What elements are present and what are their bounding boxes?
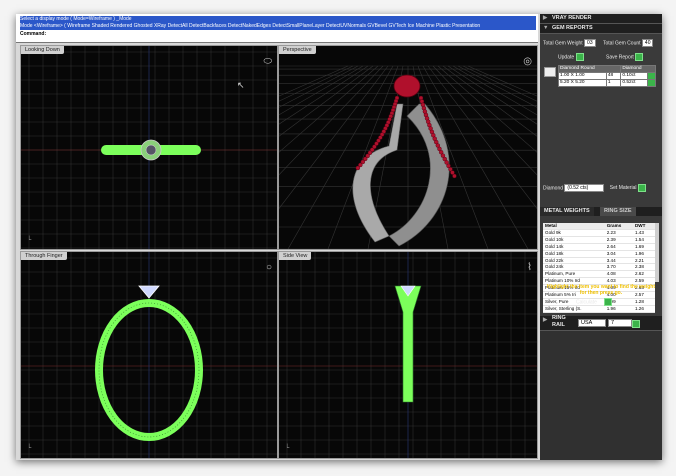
total-gem-count-row: Total Gem Count 40 <box>603 39 654 47</box>
viewport-title[interactable]: Perspective <box>279 46 316 54</box>
ring-side-icon[interactable]: ⌇ <box>527 262 532 273</box>
viewport-through-finger[interactable]: Through Finger ○ └ <box>20 251 278 459</box>
table-row[interactable]: Gold 22k 3.44 2.21 <box>543 257 655 265</box>
gem-thumbnail-icon <box>544 67 556 77</box>
vray-render-header[interactable]: ▶ VRAY RENDER <box>540 14 662 24</box>
stone-front <box>138 285 160 299</box>
diamond-table: Diamond Round Diamond 1.00 X 1.00 48 0.10… <box>557 65 656 87</box>
calculate-button[interactable] <box>604 298 613 306</box>
table-row[interactable]: 5.20 X 5.20 1 0.52ct <box>558 79 656 87</box>
ring-perspective-icon[interactable]: ◎ <box>523 56 532 67</box>
ring-front-icon[interactable]: ○ <box>266 262 272 273</box>
panel-spacer <box>540 92 662 182</box>
mouse-cursor-icon: ↖ <box>237 81 245 91</box>
viewport-perspective[interactable]: Perspective ◎ <box>278 45 538 250</box>
update-row: Update <box>558 53 584 61</box>
set-material-button[interactable] <box>637 184 646 192</box>
table-row[interactable]: Gold 24k 3.70 2.38 <box>543 263 655 272</box>
viewport-looking-down[interactable]: Looking Down ⬭ ↖ └ <box>20 45 278 250</box>
viewport-title[interactable]: Looking Down <box>21 46 64 54</box>
ring-size-unit-select[interactable]: USA <box>578 319 606 327</box>
center-ruby <box>393 74 421 98</box>
update-button[interactable] <box>575 53 584 61</box>
ring-shank-left <box>352 103 404 243</box>
save-report-row: Save Report <box>606 53 644 61</box>
panel-empty-area <box>540 331 662 460</box>
table-row[interactable]: Gold 14k 2.64 1.69 <box>543 243 655 251</box>
table-row[interactable]: Platinum, Pure 4.08 2.62 <box>543 270 655 279</box>
ring-size-header[interactable]: ▶ RING RAIL USA 7 <box>540 315 662 331</box>
viewport-title[interactable]: Through Finger <box>21 252 67 260</box>
total-gem-count-field[interactable]: 40 <box>641 39 654 47</box>
table-row[interactable]: Gold 9k 2.23 1.43 <box>543 229 655 237</box>
table-row[interactable]: 1.00 X 1.00 48 0.10ct <box>558 72 656 80</box>
tab-metal-weights[interactable]: METAL WEIGHTS <box>540 207 594 216</box>
ring-size-apply-button[interactable] <box>632 320 640 328</box>
command-line-1: Select a display mode ( Mode=Wireframe )… <box>20 16 536 23</box>
material-row: Diamond (0.52 cts) Set Material <box>543 184 646 192</box>
row-select-button[interactable] <box>647 79 656 87</box>
save-report-button[interactable] <box>635 53 644 61</box>
tab-ring-size[interactable]: RING SIZE <box>600 207 636 216</box>
row-select-button[interactable] <box>647 72 656 80</box>
ring-top-view-icon[interactable]: ⬭ <box>263 56 272 67</box>
side-view-canvas: └ <box>279 252 537 458</box>
highlight-note: Highlight the item you want to find the … <box>546 284 656 296</box>
command-history: Select a display mode ( Mode=Wireframe )… <box>16 14 538 43</box>
viewport-side-view[interactable]: Side View ⌇ └ <box>278 251 538 459</box>
ring-size-value-select[interactable]: 7 <box>608 319 632 327</box>
axis-icon: └ <box>27 443 32 452</box>
material-select[interactable]: (0.52 cts) <box>564 184 605 192</box>
through-finger-canvas: └ <box>21 252 277 458</box>
calculate-row: Calculate <box>576 298 613 306</box>
axis-icon: └ <box>285 443 290 452</box>
table-header: Diamond <box>620 65 656 73</box>
table-row[interactable]: Gold 18k 3.04 1.96 <box>543 250 655 258</box>
total-gem-weight-field[interactable]: 03 <box>584 39 596 47</box>
command-prompt[interactable]: Command: <box>20 31 536 38</box>
perspective-canvas <box>279 65 537 249</box>
axis-icon: └ <box>27 235 32 244</box>
metal-tabs: METAL WEIGHTS RING SIZE <box>540 207 662 216</box>
table-header: Diamond Round <box>557 65 622 73</box>
table-row[interactable]: Gold 10k 2.39 1.54 <box>543 236 655 244</box>
metal-table-scrollbar[interactable] <box>655 223 659 282</box>
looking-down-canvas: ↖ └ <box>21 46 277 249</box>
command-line-2[interactable]: Mode <Wireframe> ( Wireframe Shaded Rend… <box>20 23 536 30</box>
viewport-title[interactable]: Side View <box>279 252 312 260</box>
app-window: Select a display mode ( Mode=Wireframe )… <box>16 14 662 460</box>
gem-reports-header[interactable]: ▼ GEM REPORTS <box>540 24 662 34</box>
total-gem-weight-row: Total Gem Weight 03 <box>543 39 596 47</box>
gem-tools-panel: ▶ VRAY RENDER ▼ GEM REPORTS Total Gem Weig… <box>540 14 662 460</box>
table-row[interactable]: Silver, Sterling (S. 1.96 1.26 <box>543 305 655 313</box>
